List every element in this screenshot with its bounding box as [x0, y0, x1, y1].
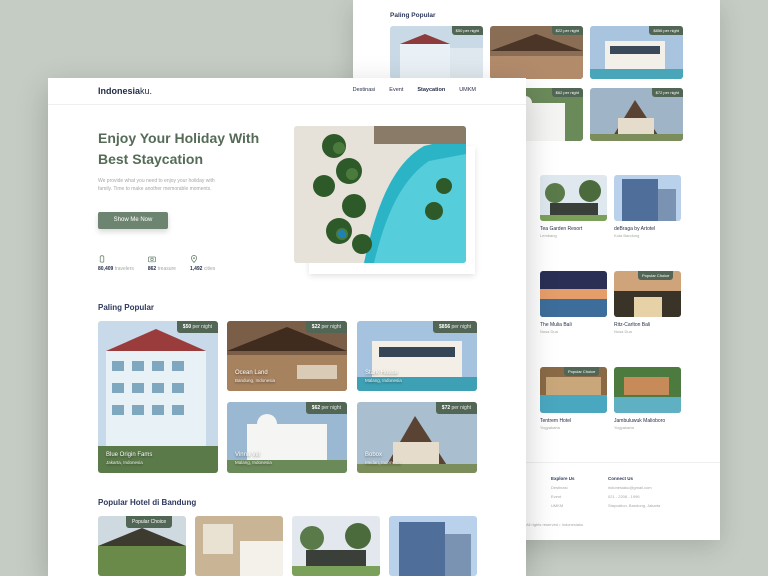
popular-card[interactable]: $72 per night Bobox Medan, Indonesia [357, 402, 477, 473]
hotel-name: Tentrem Hotel [540, 418, 572, 424]
back-popular-card[interactable]: $22 per night [490, 26, 583, 79]
logo-suffix: ku. [140, 86, 153, 96]
stat-value: 1,492 [189, 266, 203, 272]
footer-contact-line: Staycation, Bandung, Jakarta [608, 503, 661, 508]
hotel-location: Yogyakarta [540, 425, 560, 430]
hotel-location: Yogyakarta [614, 425, 634, 430]
card-title: Vinna Vill [235, 452, 260, 458]
hotel-name: Jambuluwuk Malioboro [614, 418, 666, 424]
card-location: Malang, Indonesia [235, 460, 272, 465]
nav-links: Destinasi Event Staycation UMKM [353, 87, 476, 93]
show-me-now-button[interactable]: Show Me Now [98, 212, 168, 229]
footer-copyright: All rights reserved • Indonesiaku [526, 522, 584, 527]
price-tag: $62 per night [551, 88, 583, 97]
price-tag: $856 per night [649, 26, 683, 35]
back-popular-card[interactable]: $856 per night [590, 26, 683, 79]
nav-link-destinasi[interactable]: Destinasi [353, 87, 376, 93]
bandung-hotel-card[interactable]: Popular Choice [98, 516, 186, 576]
front-page: Indonesiaku. Destinasi Event Staycation … [48, 78, 526, 576]
popular-badge: Popular Choice [564, 367, 600, 376]
hotel-name: deBraga by Artotel [614, 226, 656, 232]
nav-link-umkm[interactable]: UMKM [459, 87, 476, 93]
stat-value: 862 [147, 266, 157, 272]
popular-card[interactable]: $22 per night Ocean Land Bandung, Indone… [227, 321, 347, 391]
price-tag: $856 per night [433, 321, 477, 333]
card-title: Ocean Land [235, 370, 268, 376]
footer-explore: Explore Us Destinasi Event UMKM [551, 474, 575, 510]
footer-link[interactable]: Destinasi [551, 485, 567, 490]
hero-title: Enjoy Your Holiday With Best Staycation [98, 130, 260, 167]
hero-image [294, 126, 466, 263]
popular-badge: Popular Choice [126, 516, 173, 528]
hotel-name: Ritz-Carlton Bali [614, 322, 651, 328]
popular-badge: Popular Choice [638, 271, 674, 280]
card-title: Blue Origin Fams [106, 452, 153, 458]
back-hotel-card[interactable]: Popular Choice [614, 271, 681, 317]
footer-link[interactable]: UMKM [551, 503, 563, 508]
hotel-name: Tea Garden Resort [540, 226, 583, 232]
stat-travelers: 80,409 travelers [98, 255, 134, 272]
card-title: Bobox [365, 452, 383, 458]
bandung-hotel-card[interactable] [292, 516, 380, 576]
popular-card[interactable]: $50 per night Blue Origin Fams Jakarta, … [98, 321, 218, 473]
footer-divider [526, 462, 720, 463]
bandung-section-title: Popular Hotel di Bandung [98, 498, 197, 507]
card-title: Stark House [365, 370, 399, 376]
footer-link[interactable]: Event [551, 494, 561, 499]
logo[interactable]: Indonesiaku. [98, 86, 152, 96]
bandung-hotel-card[interactable] [195, 516, 283, 576]
location-icon [190, 255, 198, 263]
bandung-hotel-card[interactable] [389, 516, 477, 576]
back-hotel-card[interactable] [614, 367, 681, 413]
popular-section-title: Paling Popular [98, 303, 155, 312]
back-hotel-card[interactable] [614, 175, 681, 221]
stat-cities: 1,492 cities [190, 255, 215, 272]
back-hotel-card[interactable]: Popular Choice [540, 367, 607, 413]
back-popular-card[interactable]: $50 per night [390, 26, 483, 79]
price-tag: $22 per night [551, 26, 583, 35]
footer-contact-title: Connect Us [608, 476, 634, 481]
footer-explore-title: Explore Us [551, 476, 575, 481]
card-location: Jakarta, Indonesia [106, 460, 143, 465]
back-popular-title: Paling Popular [390, 12, 436, 19]
hotel-location: Kota Bandung [614, 233, 640, 238]
logo-main: Indonesia [98, 86, 141, 96]
footer-contact: Connect Us indonesiaku@gmail.com 021 - 2… [608, 474, 660, 510]
back-hotel-card[interactable] [540, 175, 607, 221]
navbar: Indonesiaku. Destinasi Event Staycation … [48, 78, 526, 105]
nav-link-event[interactable]: Event [389, 87, 403, 93]
card-location: Bandung, Indonesia [235, 378, 276, 383]
footer-contact-line: 021 - 2208 - 1996 [608, 494, 640, 499]
hotel-location: Lembang [540, 233, 557, 238]
card-location: Medan, Indonesia [365, 460, 401, 465]
price-tag: $50 per night [451, 26, 483, 35]
hero-subtitle: We provide what you need to enjoy your h… [98, 178, 215, 192]
popular-card[interactable]: $856 per night Stark House Malang, Indon… [357, 321, 477, 391]
popular-card[interactable]: $62 per night Vinna Vill Malang, Indones… [227, 402, 347, 473]
stats: 80,409 travelers 862 treasure 1,492 citi… [98, 255, 215, 272]
stat-label: cities [203, 266, 216, 272]
camera-icon [147, 256, 156, 263]
price-tag: $62 per night [305, 402, 347, 414]
hotel-location: Nusa Dua [614, 329, 632, 334]
hotel-name: The Mulia Bali [540, 322, 572, 328]
traveler-icon [99, 255, 105, 263]
stat-value: 80,409 [98, 266, 114, 272]
footer-contact-line: indonesiaku@gmail.com [608, 485, 652, 490]
back-popular-card[interactable]: $72 per night [590, 88, 683, 141]
nav-link-staycation[interactable]: Staycation [417, 87, 445, 93]
card-location: Malang, Indonesia [365, 378, 402, 383]
stat-treasure: 862 treasure [148, 255, 176, 272]
stat-label: travelers [114, 266, 134, 272]
back-hotel-card[interactable] [540, 271, 607, 317]
price-tag: $72 per night [651, 88, 683, 97]
price-tag: $72 per night [435, 402, 477, 414]
stat-label: treasure [157, 266, 176, 272]
hotel-location: Nusa Dua [540, 329, 558, 334]
price-tag: $50 per night [176, 321, 218, 333]
price-tag: $22 per night [305, 321, 347, 333]
